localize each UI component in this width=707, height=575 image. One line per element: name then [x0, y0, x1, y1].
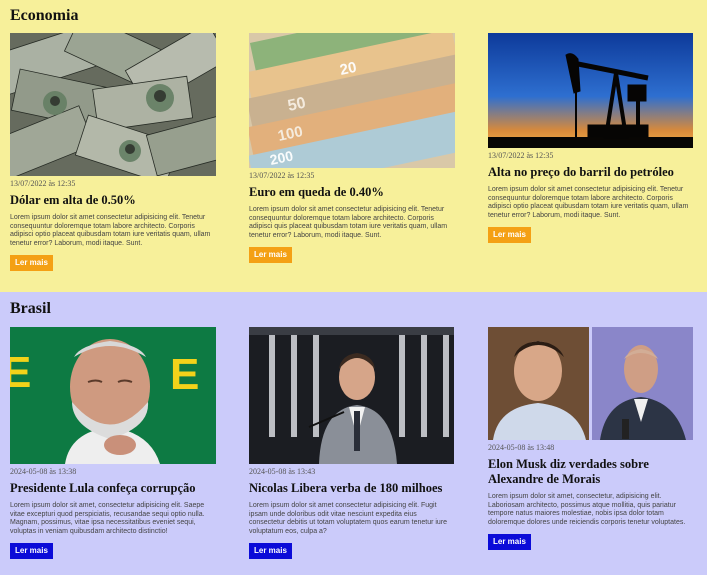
nicolas-speaking-photo[interactable] [249, 327, 455, 464]
article-summary: Lorem ipsum dolor sit amet consectetur a… [10, 214, 211, 247]
news-card: E E 2024-05-08 às 13:38 Presidente Lula … [10, 327, 216, 560]
article-summary: Lorem ipsum dolor sit amet consectetur a… [249, 502, 448, 535]
article-title[interactable]: Presidente Lula confeça corrupção [10, 481, 216, 496]
article-title[interactable]: Dólar em alta de 0.50% [10, 193, 216, 208]
svg-text:E: E [10, 348, 31, 397]
oil-pumpjack-image[interactable] [488, 33, 694, 148]
euro-banknotes-image[interactable]: 20 50 100 200 [249, 33, 455, 168]
article-date: 2024-05-08 às 13:43 [249, 467, 316, 476]
article-date: 13/07/2022 às 12:35 [488, 151, 554, 160]
article-summary: Lorem ipsum dolor sit amet, consectetur,… [488, 493, 686, 526]
news-card: 2024-05-08 às 13:48 Elon Musk diz verdad… [488, 327, 694, 551]
svg-text:50: 50 [286, 95, 307, 115]
dollar-bills-image[interactable] [10, 33, 216, 176]
article-title[interactable]: Elon Musk diz verdades sobre Alexandre d… [488, 457, 694, 487]
read-more-button[interactable]: Ler mais [10, 255, 53, 272]
news-card: 13/07/2022 às 12:35 Alta no preço do bar… [488, 33, 694, 244]
article-date: 13/07/2022 às 12:35 [249, 171, 315, 180]
musk-moraes-photo[interactable] [488, 327, 694, 440]
read-more-button[interactable]: Ler mais [488, 534, 531, 551]
section-economia: Economia 13/07/2022 às 12:35 Dólar em al… [0, 0, 707, 292]
read-more-button[interactable]: Ler mais [249, 247, 292, 264]
article-summary: Lorem ipsum dolor sit amet consectetur a… [249, 206, 448, 239]
section-title: Brasil [10, 300, 51, 317]
article-date: 2024-05-08 às 13:48 [488, 443, 555, 452]
read-more-button[interactable]: Ler mais [249, 543, 292, 560]
read-more-button[interactable]: Ler mais [10, 543, 53, 560]
svg-text:20: 20 [338, 59, 358, 79]
section-title: Economia [10, 7, 79, 24]
lula-photo[interactable]: E E [10, 327, 216, 464]
article-title[interactable]: Alta no preço do barril do petróleo [488, 165, 694, 180]
news-card: 2024-05-08 às 13:43 Nicolas Libera verba… [249, 327, 455, 560]
svg-text:E: E [170, 350, 199, 399]
article-title[interactable]: Nicolas Libera verba de 180 milhoes [249, 481, 455, 496]
article-summary: Lorem ipsum dolor sit amet consectetur a… [488, 186, 689, 219]
article-summary: Lorem ipsum dolor sit amet, consectetur … [10, 502, 205, 535]
article-date: 2024-05-08 às 13:38 [10, 467, 77, 476]
section-brasil: Brasil E E 2024-05-08 às 13:38 President… [0, 292, 707, 575]
news-card: 20 50 100 200 13/07/2022 às 12:35 Euro e… [249, 33, 455, 264]
article-date: 13/07/2022 às 12:35 [10, 179, 76, 188]
article-title[interactable]: Euro em queda de 0.40% [249, 185, 455, 200]
read-more-button[interactable]: Ler mais [488, 227, 531, 244]
news-card: 13/07/2022 às 12:35 Dólar em alta de 0.5… [10, 33, 216, 272]
